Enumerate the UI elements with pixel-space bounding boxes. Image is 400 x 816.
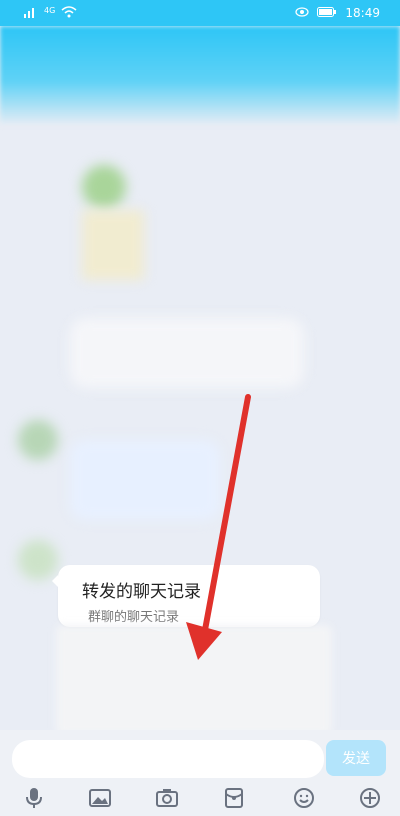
emoji-icon[interactable] (292, 786, 316, 810)
forwarded-chat-card[interactable]: 转发的聊天记录 群聊的聊天记录 (52, 565, 320, 627)
blurred-avatar-3 (18, 540, 58, 580)
camera-icon[interactable] (155, 786, 179, 810)
blurred-image (82, 210, 144, 280)
red-packet-icon[interactable] (222, 786, 246, 810)
mic-icon[interactable] (22, 786, 46, 810)
eye-icon (295, 6, 310, 20)
send-button[interactable]: 发送 (326, 740, 386, 776)
status-bar: 4G 18:49 (0, 0, 400, 26)
chat-header-blurred (0, 26, 400, 126)
card-subtitle: 群聊的聊天记录 (88, 610, 180, 625)
blurred-bubble-2 (70, 440, 220, 520)
bottom-toolbar (0, 780, 400, 816)
battery-icon (317, 6, 337, 20)
wifi-icon (61, 6, 77, 21)
status-right: 18:49 (295, 6, 380, 20)
card-tail (52, 575, 58, 587)
blurred-avatar (82, 165, 126, 209)
blurred-bubble (70, 318, 304, 388)
signal-label: 4G (44, 6, 56, 15)
card-title: 转发的聊天记录 (82, 582, 201, 602)
image-icon[interactable] (88, 786, 112, 810)
blurred-avatar-2 (18, 420, 58, 460)
blurred-preview-panel (56, 625, 332, 735)
signal-icon (24, 6, 38, 21)
status-time: 18:49 (345, 6, 380, 20)
status-left: 4G (24, 6, 77, 21)
message-input[interactable] (12, 740, 324, 778)
plus-icon[interactable] (358, 786, 382, 810)
